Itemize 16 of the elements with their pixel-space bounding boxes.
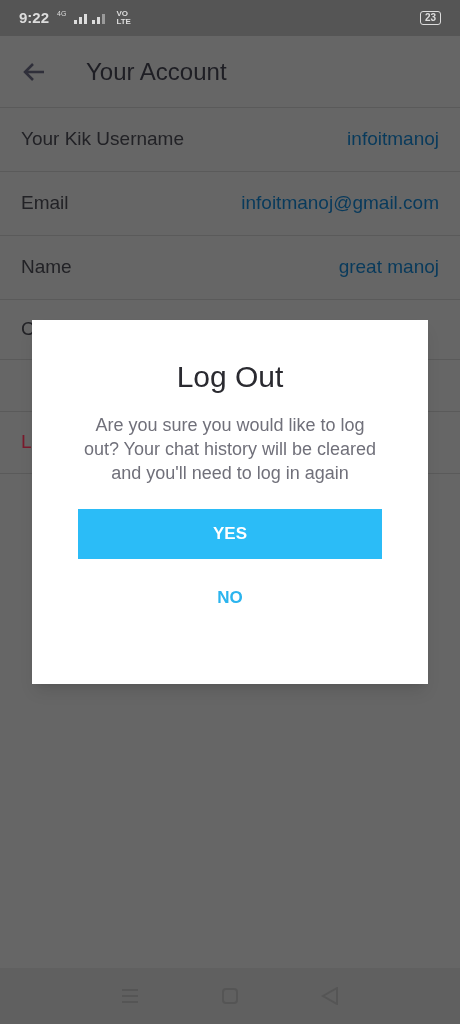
row-label: Email: [21, 191, 69, 216]
logout-label: L: [21, 430, 32, 455]
screen-title: Your Account: [86, 56, 227, 87]
row-value: infoitmanoj@gmail.com: [241, 191, 439, 216]
no-button[interactable]: NO: [205, 581, 255, 615]
volte-label: VO LTE: [116, 10, 132, 26]
row-label: Your Kik Username: [21, 127, 184, 152]
row-value: great manoj: [338, 255, 439, 280]
row-value: infoitmanoj: [347, 127, 439, 152]
dialog-message: Are you sure you would like to log out? Your chat history will be cleared and you'll need to log in again: [82, 414, 378, 485]
status-time: 9:22: [19, 7, 50, 28]
yes-button[interactable]: YES: [78, 509, 382, 559]
dialog-title: Log Out: [176, 359, 284, 395]
back-arrow-icon[interactable]: [22, 61, 46, 82]
battery-indicator: 23: [419, 11, 441, 25]
row-label: Name: [21, 255, 72, 280]
